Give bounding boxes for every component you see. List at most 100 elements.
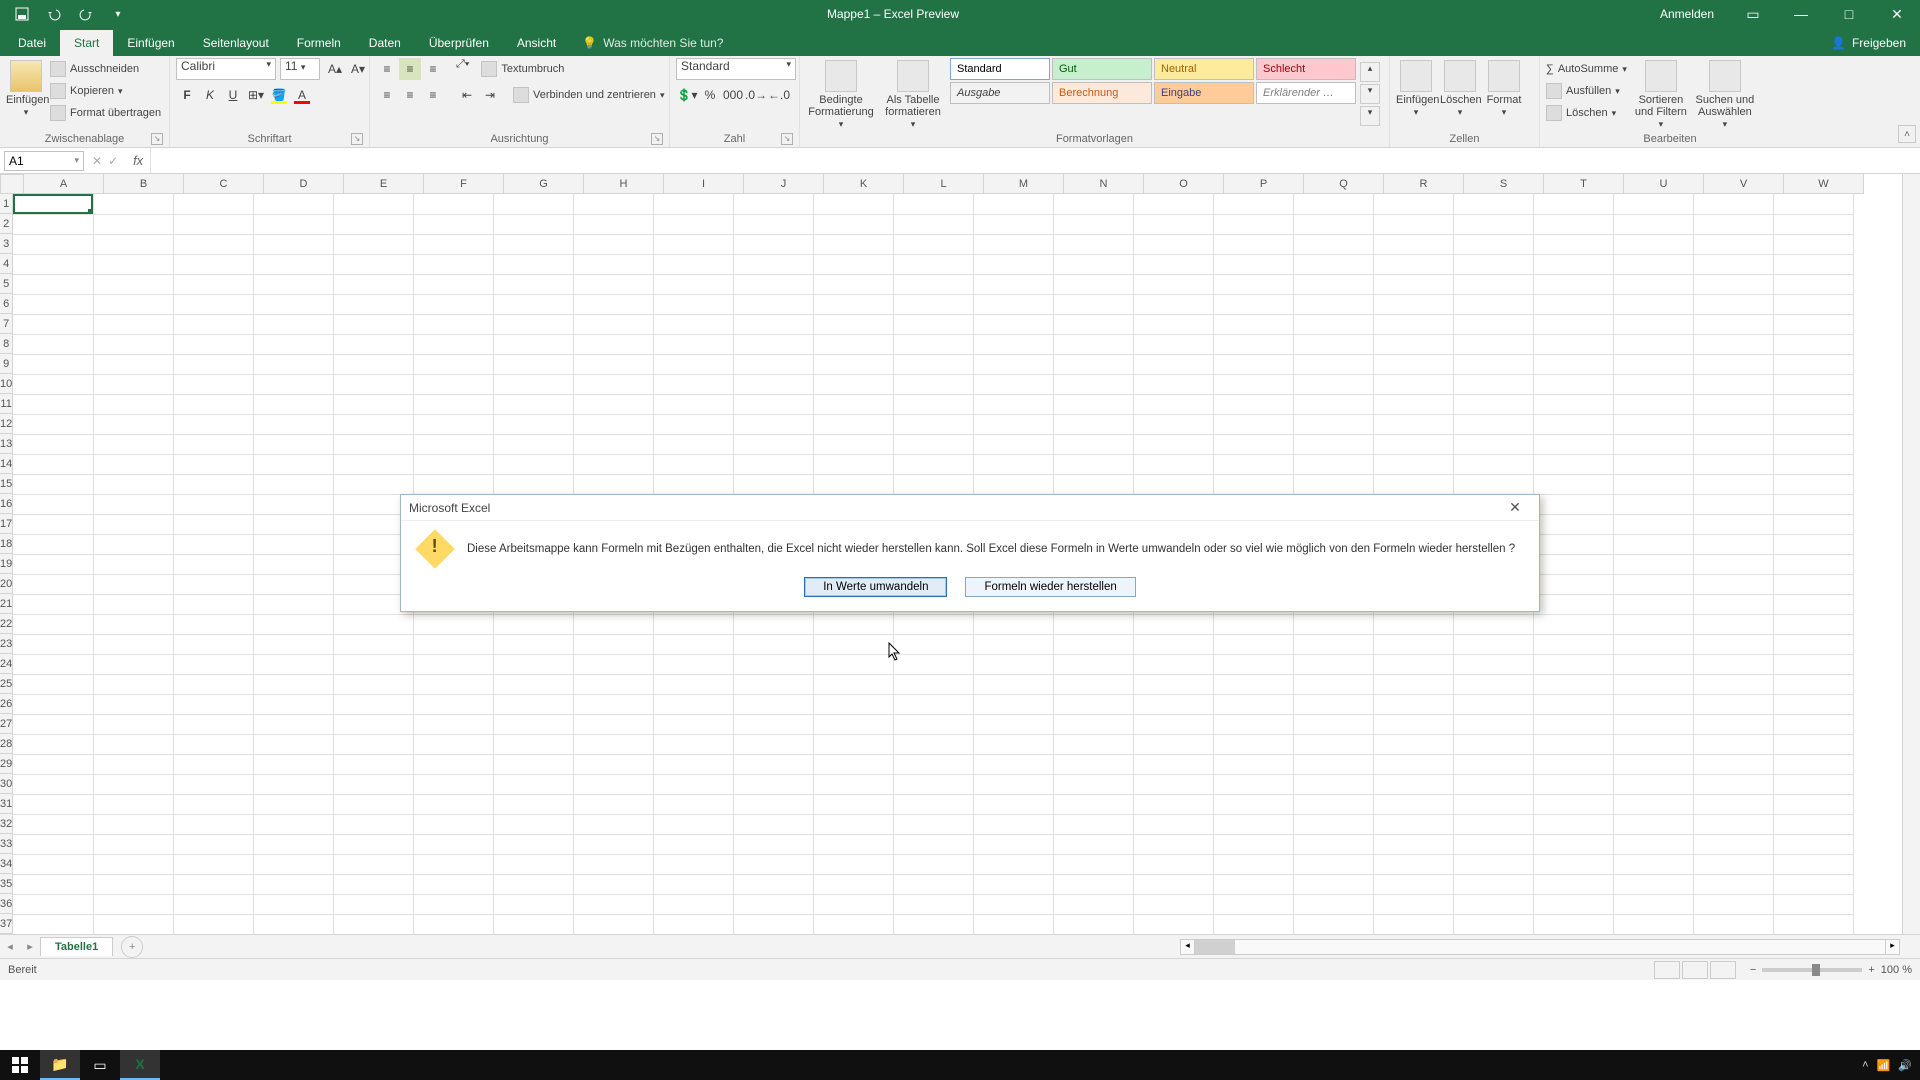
cell-style-item[interactable]: Standard bbox=[950, 58, 1050, 80]
vertical-scrollbar[interactable] bbox=[1902, 174, 1920, 934]
decrease-font-icon[interactable]: A▾ bbox=[347, 58, 369, 80]
row-header[interactable]: 24 bbox=[0, 654, 13, 674]
percent-icon[interactable]: % bbox=[699, 84, 721, 106]
row-header[interactable]: 13 bbox=[0, 434, 13, 454]
autosum-button[interactable]: ∑AutoSumme▾ bbox=[1546, 58, 1627, 80]
row-header[interactable]: 2 bbox=[0, 214, 13, 234]
underline-button[interactable]: U bbox=[222, 84, 244, 106]
row-header[interactable]: 28 bbox=[0, 734, 13, 754]
column-header[interactable]: W bbox=[1784, 174, 1864, 194]
increase-decimal-icon[interactable]: .0→ bbox=[745, 84, 767, 106]
row-header[interactable]: 31 bbox=[0, 794, 13, 814]
cell-styles-gallery[interactable]: StandardGutNeutralSchlecht AusgabeBerechn… bbox=[950, 58, 1356, 104]
column-header[interactable]: J bbox=[744, 174, 824, 194]
format-as-table-button[interactable]: Als Tabelle formatieren▾ bbox=[880, 58, 946, 130]
cell-style-item[interactable]: Ausgabe bbox=[950, 82, 1050, 104]
tray-chevron-icon[interactable]: ˄ bbox=[1862, 1059, 1868, 1071]
column-header[interactable]: T bbox=[1544, 174, 1624, 194]
start-button[interactable] bbox=[0, 1050, 40, 1080]
row-header[interactable]: 20 bbox=[0, 574, 13, 594]
gallery-more-icon[interactable]: ▾ bbox=[1360, 106, 1380, 126]
format-painter-button[interactable]: Format übertragen bbox=[50, 102, 161, 124]
sort-filter-button[interactable]: Sortieren und Filtern▾ bbox=[1631, 58, 1691, 130]
scroll-thumb[interactable] bbox=[1195, 940, 1235, 954]
tab-home[interactable]: Start bbox=[60, 30, 113, 56]
row-header[interactable]: 18 bbox=[0, 534, 13, 554]
file-explorer-taskbar-icon[interactable]: 📁 bbox=[40, 1050, 80, 1080]
orientation-icon[interactable]: ⤢▾ bbox=[456, 58, 469, 80]
zoom-slider[interactable] bbox=[1762, 968, 1862, 972]
convert-to-values-button[interactable]: In Werte umwandeln bbox=[804, 577, 947, 597]
conditional-formatting-button[interactable]: Bedingte Formatierung▾ bbox=[806, 58, 876, 130]
row-header[interactable]: 21 bbox=[0, 594, 13, 614]
column-header[interactable]: R bbox=[1384, 174, 1464, 194]
accept-formula-icon[interactable]: ✓ bbox=[108, 154, 118, 168]
format-cells-button[interactable]: Format▾ bbox=[1484, 58, 1524, 118]
delete-cells-button[interactable]: Löschen▾ bbox=[1440, 58, 1480, 118]
cell-style-item[interactable]: Schlecht bbox=[1256, 58, 1356, 80]
row-header[interactable]: 9 bbox=[0, 354, 13, 374]
tab-insert[interactable]: Einfügen bbox=[113, 30, 188, 56]
normal-view-icon[interactable] bbox=[1654, 961, 1680, 979]
qat-customize-icon[interactable]: ▾ bbox=[104, 2, 132, 26]
align-center-icon[interactable]: ≡ bbox=[399, 84, 421, 106]
dialog-launcher-icon[interactable]: ↘ bbox=[351, 133, 363, 145]
tab-file[interactable]: Datei bbox=[4, 30, 60, 56]
column-header[interactable]: O bbox=[1144, 174, 1224, 194]
fill-button[interactable]: Ausfüllen▾ bbox=[1546, 80, 1627, 102]
clear-button[interactable]: Löschen▾ bbox=[1546, 102, 1627, 124]
collapse-ribbon-icon[interactable]: ˄ bbox=[1898, 125, 1916, 143]
row-header[interactable]: 22 bbox=[0, 614, 13, 634]
column-header[interactable]: F bbox=[424, 174, 504, 194]
fill-color-button[interactable]: 🪣 bbox=[268, 84, 290, 106]
cell-style-item[interactable]: Neutral bbox=[1154, 58, 1254, 80]
paste-button[interactable]: Einfügen ▾ bbox=[6, 58, 46, 118]
row-header[interactable]: 19 bbox=[0, 554, 13, 574]
sheet-nav-next-icon[interactable]: ▸ bbox=[20, 940, 40, 953]
column-header[interactable]: Q bbox=[1304, 174, 1384, 194]
bold-button[interactable]: F bbox=[176, 84, 198, 106]
formula-input[interactable] bbox=[150, 148, 1920, 173]
active-cell[interactable] bbox=[13, 194, 93, 214]
zoom-level[interactable]: 100 % bbox=[1881, 964, 1912, 976]
row-header[interactable]: 37 bbox=[0, 914, 13, 934]
cell-style-item[interactable]: Berechnung bbox=[1052, 82, 1152, 104]
column-header[interactable]: A bbox=[24, 174, 104, 194]
row-header[interactable]: 25 bbox=[0, 674, 13, 694]
column-header[interactable]: V bbox=[1704, 174, 1784, 194]
undo-icon[interactable] bbox=[40, 2, 68, 26]
tray-volume-icon[interactable]: 🔊 bbox=[1898, 1059, 1912, 1072]
row-header[interactable]: 7 bbox=[0, 314, 13, 334]
new-sheet-button[interactable]: + bbox=[121, 936, 143, 958]
align-top-icon[interactable]: ≡ bbox=[376, 58, 398, 80]
column-header[interactable]: S bbox=[1464, 174, 1544, 194]
zoom-in-icon[interactable]: + bbox=[1868, 964, 1874, 976]
page-layout-view-icon[interactable] bbox=[1682, 961, 1708, 979]
row-header[interactable]: 34 bbox=[0, 854, 13, 874]
row-header[interactable]: 29 bbox=[0, 754, 13, 774]
column-header[interactable]: B bbox=[104, 174, 184, 194]
cell-style-item[interactable]: Erklärender … bbox=[1256, 82, 1356, 104]
row-header[interactable]: 16 bbox=[0, 494, 13, 514]
row-header[interactable]: 1 bbox=[0, 194, 13, 214]
border-button[interactable]: ⊞▾ bbox=[245, 84, 267, 106]
wrap-text-button[interactable]: Textumbruch bbox=[481, 58, 564, 80]
name-box[interactable]: A1▾ bbox=[4, 151, 84, 171]
align-left-icon[interactable]: ≡ bbox=[376, 84, 398, 106]
decrease-decimal-icon[interactable]: ←.0 bbox=[768, 84, 790, 106]
cancel-formula-icon[interactable]: ✕ bbox=[92, 154, 102, 168]
row-header[interactable]: 10 bbox=[0, 374, 13, 394]
font-size-combo[interactable]: 11 ▾ bbox=[280, 58, 320, 80]
minimize-icon[interactable]: — bbox=[1778, 0, 1824, 28]
column-header[interactable]: P bbox=[1224, 174, 1304, 194]
sign-in-link[interactable]: Anmelden bbox=[1646, 7, 1728, 21]
gallery-down-icon[interactable]: ▾ bbox=[1360, 84, 1380, 104]
comma-icon[interactable]: 000 bbox=[722, 84, 744, 106]
cell-style-item[interactable]: Gut bbox=[1052, 58, 1152, 80]
row-header[interactable]: 17 bbox=[0, 514, 13, 534]
dialog-launcher-icon[interactable]: ↘ bbox=[781, 133, 793, 145]
row-header[interactable]: 30 bbox=[0, 774, 13, 794]
merge-center-button[interactable]: Verbinden und zentrieren▾ bbox=[513, 84, 664, 106]
recover-formulas-button[interactable]: Formeln wieder herstellen bbox=[965, 577, 1135, 597]
column-header[interactable]: K bbox=[824, 174, 904, 194]
